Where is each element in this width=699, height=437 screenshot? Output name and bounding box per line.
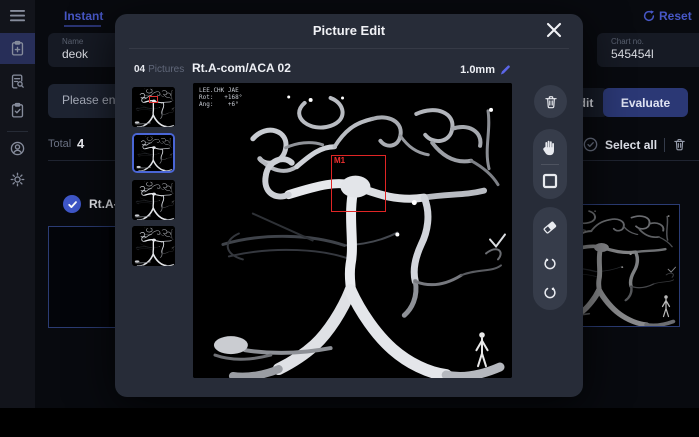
pictures-count-number: 04 xyxy=(134,64,145,75)
thumbnail-3[interactable] xyxy=(132,180,175,220)
sidebar xyxy=(0,0,35,408)
trash-icon xyxy=(543,94,559,110)
pictures-count-word: Pictures xyxy=(148,64,184,75)
thumbnail-4[interactable] xyxy=(132,226,175,266)
orientation-figure-icon xyxy=(661,292,671,322)
tab-instant[interactable]: Instant xyxy=(64,9,103,23)
chart-no-field[interactable]: Chart no. 545454l xyxy=(597,33,699,67)
total-count: 4 xyxy=(77,136,84,151)
chart-no-label: Chart no. xyxy=(611,37,644,46)
clipboard-add-icon xyxy=(9,40,26,57)
orientation-figure-icon xyxy=(474,327,490,375)
name-field-label: Name xyxy=(62,37,83,46)
menu-icon[interactable] xyxy=(9,9,26,23)
eraser-icon xyxy=(541,218,559,236)
thumbnail-2-selected[interactable] xyxy=(132,133,175,173)
reset-button[interactable]: Reset xyxy=(643,9,692,23)
eraser-tool[interactable] xyxy=(541,218,559,236)
pictures-count: 04Pictures xyxy=(134,64,184,75)
tab-instant-underline xyxy=(64,25,101,27)
modal-header-divider xyxy=(129,48,569,49)
slice-thickness-value: 1.0mm xyxy=(415,64,495,76)
vertical-separator xyxy=(664,138,665,152)
modal-title: Picture Edit xyxy=(115,23,583,38)
clipboard-check-icon[interactable] xyxy=(9,102,26,119)
select-all-control: Select all xyxy=(583,137,687,152)
chart-no-value: 545454l xyxy=(611,47,654,61)
reset-label: Reset xyxy=(659,9,692,23)
item-checked-icon[interactable] xyxy=(63,195,81,213)
redo-icon xyxy=(541,283,559,301)
app-screen: Instant Reset Name deok Chart no. 545454… xyxy=(0,0,699,437)
tool-separator xyxy=(541,164,559,165)
undo-button[interactable] xyxy=(541,254,559,272)
android-nav-bar xyxy=(0,408,699,437)
delete-selected-icon[interactable] xyxy=(672,137,687,152)
annotation-rectangle[interactable]: M1 xyxy=(331,155,386,212)
select-all-checkbox-icon[interactable] xyxy=(583,137,598,152)
redo-button-disabled[interactable] xyxy=(541,283,559,301)
account-icon[interactable] xyxy=(9,140,26,157)
picture-edit-modal: Picture Edit 04Pictures Rt.A-com/ACA 02 … xyxy=(115,14,583,397)
undo-icon xyxy=(541,254,559,272)
image-title: Rt.A-com/ACA 02 xyxy=(192,61,291,75)
thumbnail-1[interactable] xyxy=(132,87,175,127)
tool-group-navigation xyxy=(533,129,567,199)
image-metadata-overlay: LEE.CHK JAE Rot: +168° Ang: +6° xyxy=(199,87,242,108)
document-search-icon[interactable] xyxy=(9,73,26,90)
tool-group-editing xyxy=(533,207,567,310)
evaluate-button[interactable]: Evaluate xyxy=(603,88,688,117)
sidebar-divider xyxy=(7,131,28,132)
rectangle-icon xyxy=(541,172,559,190)
hand-icon xyxy=(541,138,559,158)
name-field-value: deok xyxy=(62,47,88,61)
edit-pencil-icon[interactable] xyxy=(499,64,511,76)
delete-picture-button[interactable] xyxy=(534,85,567,118)
settings-gear-icon[interactable] xyxy=(9,171,26,188)
pan-hand-tool[interactable] xyxy=(541,138,559,156)
main-angiogram-image[interactable]: LEE.CHK JAE Rot: +168° Ang: +6° M1 xyxy=(193,83,512,378)
sidebar-item-new-record[interactable] xyxy=(0,33,35,64)
close-icon[interactable] xyxy=(545,21,563,39)
total-label: Total xyxy=(48,138,71,150)
thumbnail-1-annotation-marker xyxy=(149,96,158,103)
select-all-label[interactable]: Select all xyxy=(605,138,657,152)
reset-icon xyxy=(643,10,655,22)
rectangle-select-tool-active[interactable] xyxy=(541,172,559,190)
annotation-label: M1 xyxy=(334,156,345,165)
